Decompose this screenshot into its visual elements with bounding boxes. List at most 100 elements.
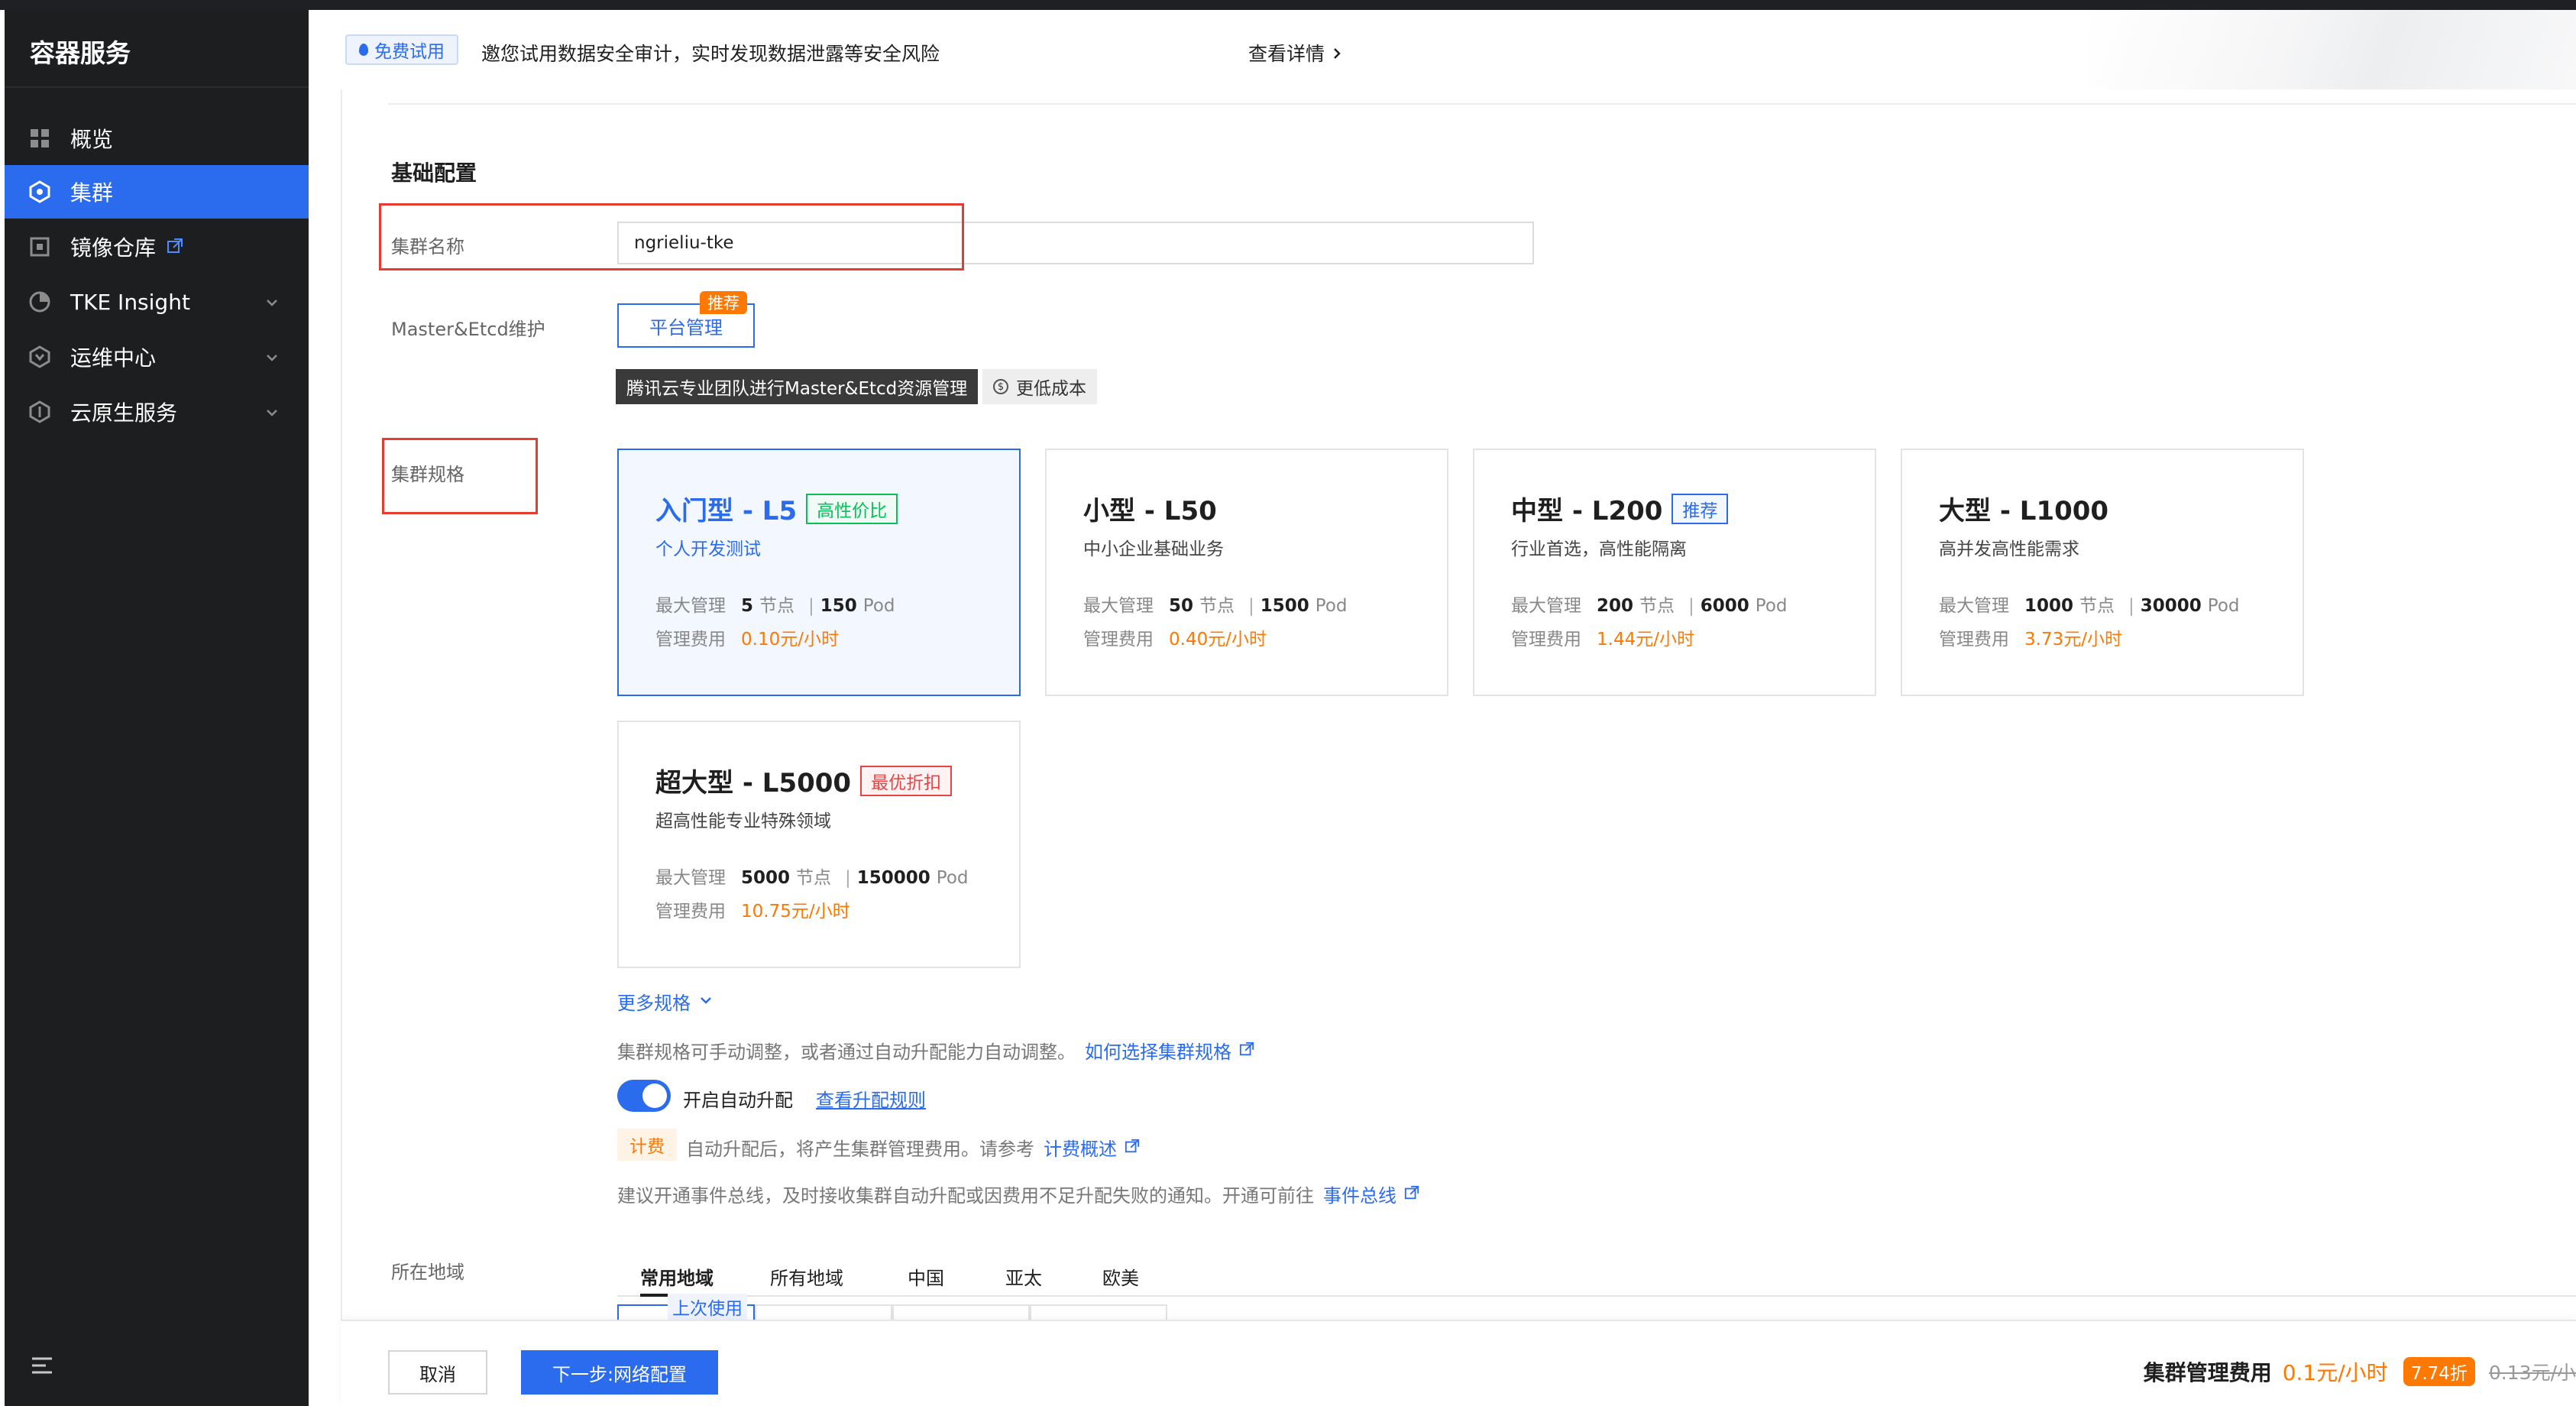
spec-title-text: 小型 - L50: [1083, 496, 1217, 526]
more-specs-link[interactable]: 更多规格: [617, 988, 714, 1015]
spec-title-text: 超大型 - L5000: [655, 768, 852, 799]
spec-card-fee: 管理费用 0.10元/小时: [655, 624, 839, 650]
separator: |: [2128, 596, 2134, 616]
external-link-icon: [167, 235, 183, 260]
tab-common-regions[interactable]: 常用地域: [640, 1263, 714, 1290]
event-hint-text: 建议开通事件总线，及时接收集群自动升配或因费用不足升配失败的通知。开通可前往: [617, 1185, 1314, 1207]
fee-price: 10.75元/小时: [741, 902, 850, 922]
fee-price: 3.73元/小时: [2024, 630, 2122, 650]
tab-all-regions[interactable]: 所有地域: [770, 1263, 843, 1290]
event-bus-link[interactable]: 事件总线: [1323, 1181, 1396, 1207]
separator: |: [1688, 596, 1694, 616]
coin-icon: $: [993, 379, 1008, 394]
platform-managed-label: 平台管理: [649, 316, 723, 339]
spec-card-desc: 个人开发测试: [655, 539, 761, 559]
chevron-right-icon: [1331, 43, 1343, 65]
fee-summary-price: 0.1元/小时: [2282, 1360, 2388, 1385]
ops-icon: [28, 345, 52, 369]
collapse-menu-icon[interactable]: [31, 1356, 53, 1378]
pod-count: 6000: [1700, 596, 1749, 616]
banner-message: 邀您试用数据安全审计，实时发现数据泄露等安全风险: [481, 43, 940, 65]
chevron-down-icon: [264, 290, 280, 316]
toggle-knob: [642, 1084, 667, 1108]
spec-card-l1000[interactable]: 大型 - L1000 高并发高性能需求 最大管理 1000 节点 | 30000 Pod …: [1901, 449, 2304, 696]
separator: |: [1248, 596, 1254, 616]
sidebar-item-ops-center[interactable]: 运维中心: [5, 330, 309, 384]
lower-cost-tip: $ 更低成本: [982, 369, 1097, 404]
tab-china[interactable]: 中国: [908, 1263, 944, 1290]
create-cluster-form: 基础配置 集群名称 ngrieliu-tke Master&Etcd维护 平台管…: [341, 89, 2576, 1327]
sidebar-item-label: TKE Insight: [70, 289, 190, 315]
capacity-label: 最大管理: [655, 868, 726, 888]
fee-price: 0.40元/小时: [1169, 630, 1267, 650]
region-label: 所在地域: [391, 1262, 464, 1283]
cancel-button[interactable]: 取消: [388, 1350, 487, 1395]
billing-tag: 计费: [617, 1129, 677, 1161]
sidebar-item-cluster[interactable]: 集群: [5, 165, 309, 219]
pod-unit: Pod: [2207, 596, 2240, 616]
billing-overview-link[interactable]: 计费概述: [1044, 1134, 1117, 1161]
sidebar-item-label: 集群: [70, 180, 114, 206]
top-strip: [0, 0, 2576, 10]
spec-card-capacity: 最大管理 5 节点 | 150 Pod: [655, 591, 903, 617]
pod-count: 30000: [2140, 596, 2202, 616]
grid-icon: [28, 126, 52, 151]
fee-label: 管理费用: [655, 902, 726, 922]
sidebar-item-tke-insight[interactable]: TKE Insight: [5, 275, 309, 329]
pod-unit: Pod: [862, 596, 895, 616]
spec-card-l50[interactable]: 小型 - L50 中小企业基础业务 最大管理 50 节点 | 1500 Pod 管理费用 0…: [1045, 449, 1448, 696]
sidebar-item-overview[interactable]: 概览: [5, 112, 309, 165]
billing-hint-text: 自动升配后，将产生集群管理费用。请参考: [686, 1139, 1034, 1160]
pod-unit: Pod: [1755, 596, 1788, 616]
spec-card-desc: 超高性能专业特殊领域: [655, 812, 831, 831]
tab-asia-pacific[interactable]: 亚太: [1005, 1263, 1042, 1290]
master-etcd-tip: 腾讯云专业团队进行Master&Etcd资源管理: [616, 369, 979, 404]
insight-icon: [28, 290, 52, 314]
pod-unit: Pod: [936, 868, 969, 888]
sidebar-item-label: 云原生服务: [70, 400, 178, 426]
how-to-choose-spec-link[interactable]: 如何选择集群规格: [1085, 1037, 1231, 1064]
pod-count: 1500: [1260, 596, 1309, 616]
spec-card-l200[interactable]: 中型 - L200 推荐 行业首选，高性能隔离 最大管理 200 节点 | 6000 Po…: [1473, 449, 1876, 696]
image-repo-icon: [28, 235, 52, 259]
pod-count: 150000: [856, 868, 930, 888]
cluster-icon: [28, 180, 52, 204]
external-link-icon: [1125, 1137, 1140, 1158]
sidebar-item-label: 运维中心: [70, 345, 157, 371]
upgrade-rules-link[interactable]: 查看升配规则: [816, 1085, 926, 1112]
spec-card-l5000[interactable]: 超大型 - L5000 最优折扣 超高性能专业特殊领域 最大管理 5000 节点 | 1…: [617, 721, 1021, 968]
fee-label: 管理费用: [1511, 630, 1581, 650]
separator: |: [808, 596, 814, 616]
fee-price: 1.44元/小时: [1597, 630, 1694, 650]
node-unit: 节点: [759, 596, 795, 616]
node-count: 1000: [2024, 596, 2074, 616]
fee-label: 管理费用: [1939, 630, 2009, 650]
tab-europe-america[interactable]: 欧美: [1102, 1263, 1139, 1290]
sidebar-item-cloud-native[interactable]: 云原生服务: [5, 385, 309, 439]
banner-details-label: 查看详情: [1248, 43, 1325, 65]
sidebar-item-image-repo[interactable]: 镜像仓库: [5, 220, 309, 274]
next-network-config-button[interactable]: 下一步:网络配置: [521, 1350, 718, 1395]
section-title: 基础配置: [391, 160, 477, 186]
chevron-down-icon: [264, 345, 280, 371]
fee-summary: 集群管理费用 0.1元/小时 7.74折 0.13元/小: [2144, 1356, 2576, 1387]
sidebar: 容器服务 概览 集群 镜像仓库 TKE Insight 运维中心 云原生服务: [5, 10, 309, 1406]
capacity-label: 最大管理: [1939, 596, 2009, 616]
spec-hint-text: 集群规格可手动调整，或者通过自动升配能力自动调整。: [617, 1042, 1076, 1063]
spec-card-title: 入门型 - L5 高性价比: [655, 490, 898, 527]
external-link-icon: [1239, 1040, 1254, 1061]
last-used-badge: 上次使用: [668, 1294, 747, 1320]
spec-card-title: 小型 - L50: [1083, 490, 1217, 527]
spec-tag: 推荐: [1671, 493, 1729, 524]
spec-card-fee: 管理费用 1.44元/小时: [1511, 624, 1694, 650]
spec-card-l5[interactable]: 入门型 - L5 高性价比 个人开发测试 最大管理 5 节点 | 150 Pod 管理费用…: [617, 449, 1021, 696]
spec-title-text: 大型 - L1000: [1939, 496, 2109, 526]
spec-card-fee: 管理费用 3.73元/小时: [1939, 624, 2122, 650]
fee-summary-label: 集群管理费用: [2143, 1360, 2272, 1385]
banner-details-link[interactable]: 查看详情: [1248, 39, 1343, 66]
highlight-box-cluster-spec: [382, 438, 538, 514]
free-trial-label: 免费试用: [374, 42, 445, 62]
auto-upgrade-toggle[interactable]: [617, 1080, 671, 1112]
node-count: 5: [741, 596, 754, 616]
capacity-label: 最大管理: [655, 596, 726, 616]
